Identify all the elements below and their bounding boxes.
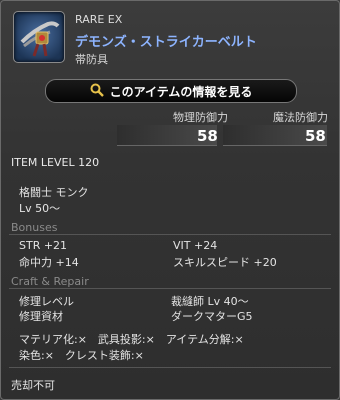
- class-list: 格闘士 モンク: [19, 186, 89, 199]
- physical-defense-value: 58: [197, 127, 218, 145]
- item-level: ITEM LEVEL 120: [11, 156, 100, 169]
- item-tooltip: RARE EX デモンズ・ストライカーベルト 帯防具 このアイテムの情報を見る …: [0, 0, 340, 400]
- bonus-skill-speed: スキルスピード +20: [173, 256, 277, 269]
- repair-level-label: 修理レベル: [19, 295, 74, 308]
- craft-divider: [9, 288, 331, 289]
- bonus-str: STR +21: [19, 239, 68, 252]
- repair-level-value: 裁縫師 Lv 40～: [171, 295, 249, 308]
- bonus-accuracy: 命中力 +14: [19, 256, 79, 269]
- craft-heading: Craft & Repair: [11, 275, 89, 288]
- item-name: デモンズ・ストライカーベルト: [75, 35, 257, 50]
- magic-defense-label: 魔法防御力: [273, 111, 328, 124]
- magnifier-icon: [90, 82, 104, 101]
- unsellable-label: 売却不可: [11, 379, 55, 392]
- item-flags-line1: マテリア化:× 武具投影:× アイテム分解:×: [19, 333, 244, 346]
- info-button-label: このアイテムの情報を見る: [109, 84, 253, 99]
- bonuses-heading: Bonuses: [11, 221, 58, 234]
- item-type: 帯防具: [75, 53, 108, 66]
- footer-divider: [9, 367, 331, 368]
- bonuses-divider: [9, 234, 331, 235]
- rarity-label: RARE EX: [75, 13, 123, 26]
- item-flags-line2: 染色:× クレスト装飾:×: [19, 349, 144, 362]
- bonus-vit: VIT +24: [173, 239, 218, 252]
- magic-defense-value: 58: [305, 127, 326, 145]
- belt-item-icon: [13, 11, 65, 63]
- item-info-button[interactable]: このアイテムの情報を見る: [45, 79, 297, 103]
- physical-defense-label: 物理防御力: [173, 111, 228, 124]
- repair-material-label: 修理資材: [19, 310, 63, 323]
- required-level: Lv 50～: [19, 202, 61, 215]
- repair-material-value: ダークマターG5: [171, 310, 253, 323]
